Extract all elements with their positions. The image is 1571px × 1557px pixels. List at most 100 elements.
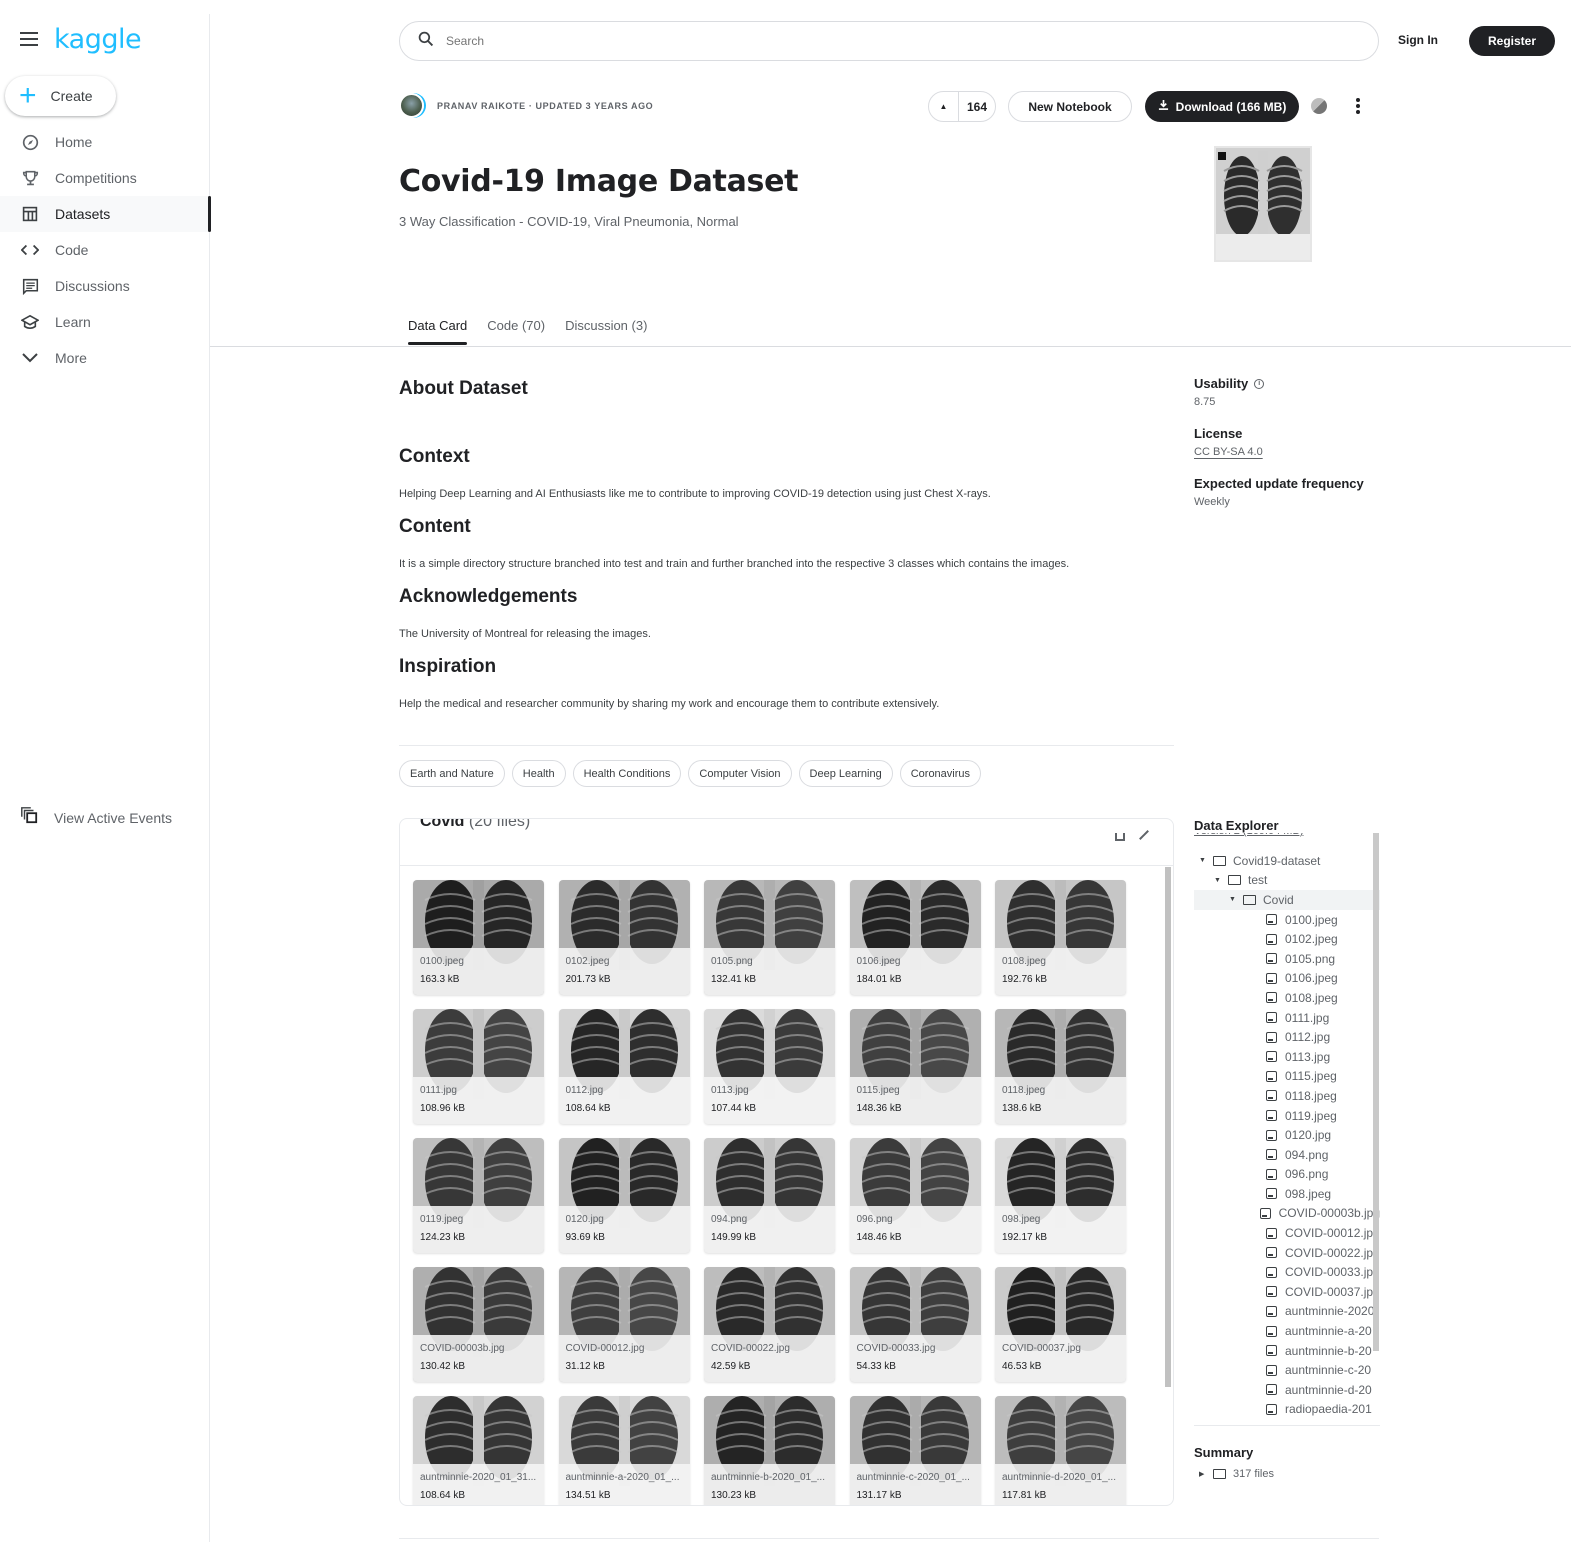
image-card[interactable]: COVID-00022.jpg 42.59 kB xyxy=(704,1267,835,1382)
summary-files-row[interactable]: ▶ 317 files xyxy=(1194,1468,1274,1480)
tree-file[interactable]: 0112.jpg xyxy=(1194,1027,1380,1047)
image-card[interactable]: COVID-00012.jpg 31.12 kB xyxy=(558,1267,690,1382)
image-card[interactable]: 0100.jpeg 163.3 kB xyxy=(413,880,544,995)
tree-folder[interactable]: ▼ Covid19-dataset xyxy=(1194,851,1380,871)
more-options-icon[interactable] xyxy=(1352,96,1364,116)
tree-file[interactable]: 0115.jpeg xyxy=(1194,1067,1380,1087)
tree-file[interactable]: 098.jpeg xyxy=(1194,1184,1380,1204)
tree-file[interactable]: 0113.jpg xyxy=(1194,1047,1380,1067)
search-bar[interactable] xyxy=(399,21,1379,61)
image-card[interactable]: 0112.jpg 108.64 kB xyxy=(558,1009,690,1124)
theme-toggle-icon[interactable] xyxy=(1311,98,1327,114)
sidebar-item-datasets[interactable]: Datasets xyxy=(0,196,211,232)
tree-file[interactable]: 0102.jpeg xyxy=(1194,929,1380,949)
image-card[interactable]: 0113.jpg 107.44 kB xyxy=(704,1009,835,1124)
image-card[interactable]: auntminnie-d-2020_01_... 117.81 kB xyxy=(995,1396,1126,1505)
scrollbar[interactable] xyxy=(1165,867,1171,1387)
tab-discussion[interactable]: Discussion (3) xyxy=(565,318,647,345)
tab-code[interactable]: Code (70) xyxy=(487,318,545,345)
image-card[interactable]: 0108.jpeg 192.76 kB xyxy=(995,880,1126,995)
image-card[interactable]: auntminnie-c-2020_01_... 131.17 kB xyxy=(849,1396,981,1505)
image-card[interactable]: 0120.jpg 93.69 kB xyxy=(558,1138,690,1253)
create-button[interactable]: + Create xyxy=(5,76,116,116)
tree-file[interactable]: auntminnie-c-20 xyxy=(1194,1360,1380,1380)
new-notebook-button[interactable]: New Notebook xyxy=(1008,91,1132,122)
caret-down-icon[interactable]: ▼ xyxy=(1229,896,1239,903)
tree-file[interactable]: 0118.jpeg xyxy=(1194,1086,1380,1106)
view-active-events-link[interactable]: View Active Events xyxy=(20,806,172,829)
sidebar-item-discussions[interactable]: Discussions xyxy=(0,268,210,304)
image-card[interactable]: COVID-00033.jpg 54.33 kB xyxy=(849,1267,981,1382)
menu-button[interactable] xyxy=(20,32,38,46)
image-card[interactable]: COVID-00003b.jpg 130.42 kB xyxy=(413,1267,544,1382)
tree-file[interactable]: auntminnie-a-20 xyxy=(1194,1321,1380,1341)
tag-chip[interactable]: Coronavirus xyxy=(899,760,982,787)
tree-file[interactable]: radiopaedia-201 xyxy=(1194,1400,1380,1420)
tree-file[interactable]: COVID-00012.jpg xyxy=(1194,1223,1380,1243)
avatar[interactable] xyxy=(399,93,424,118)
tree-file[interactable]: 094.png xyxy=(1194,1145,1380,1165)
tree-label: 0108.jpeg xyxy=(1285,990,1338,1005)
tree-file[interactable]: COVID-00003b.jpg xyxy=(1194,1204,1380,1224)
image-card[interactable]: auntminnie-2020_01_31... 108.64 kB xyxy=(413,1396,544,1505)
tree-file[interactable]: 0111.jpg xyxy=(1194,1008,1380,1028)
image-card[interactable]: 098.jpeg 192.17 kB xyxy=(995,1138,1126,1253)
image-card[interactable]: 096.png 148.46 kB xyxy=(849,1138,981,1253)
image-card[interactable]: 0118.jpeg 138.6 kB xyxy=(995,1009,1126,1124)
tag-chip[interactable]: Health Conditions xyxy=(572,760,682,787)
tab-data-card[interactable]: Data Card xyxy=(408,318,468,345)
info-icon[interactable]: i xyxy=(1254,378,1265,389)
register-button[interactable]: Register xyxy=(1469,26,1555,56)
author-updated-text[interactable]: PRANAV RAIKOTE · UPDATED 3 YEARS AGO xyxy=(437,101,653,111)
tree-file[interactable]: 0100.jpeg xyxy=(1194,910,1380,930)
tag-chip[interactable]: Deep Learning xyxy=(798,760,893,787)
image-file-icon xyxy=(1266,1149,1277,1161)
tree-folder[interactable]: ▼ Covid xyxy=(1194,890,1380,910)
image-card[interactable]: COVID-00037.jpg 46.53 kB xyxy=(995,1267,1126,1382)
tag-chip[interactable]: Earth and Nature xyxy=(399,760,505,787)
image-card[interactable]: 0105.png 132.41 kB xyxy=(704,880,835,995)
image-card[interactable]: 0115.jpeg 148.36 kB xyxy=(849,1009,981,1124)
page-subtitle: 3 Way Classification - COVID-19, Viral P… xyxy=(399,214,739,229)
edit-icon[interactable] xyxy=(1139,830,1149,840)
tree-file[interactable]: COVID-00037.jpg xyxy=(1194,1282,1380,1302)
image-card[interactable]: auntminnie-a-2020_01_... 134.51 kB xyxy=(558,1396,690,1505)
caret-down-icon[interactable]: ▼ xyxy=(1214,877,1224,884)
tree-file[interactable]: 0120.jpg xyxy=(1194,1125,1380,1145)
sign-in-link[interactable]: Sign In xyxy=(1398,33,1438,47)
tree-file[interactable]: 096.png xyxy=(1194,1165,1380,1185)
upvote-arrow-icon[interactable]: ▲ xyxy=(929,92,959,121)
sidebar-item-competitions[interactable]: Competitions xyxy=(0,160,210,196)
upvote-button[interactable]: ▲ 164 xyxy=(928,91,996,122)
image-card[interactable]: 0111.jpg 108.96 kB xyxy=(413,1009,544,1124)
tree-file[interactable]: auntminnie-b-20 xyxy=(1194,1341,1380,1361)
download-button[interactable]: Download (166 MB) xyxy=(1145,91,1299,122)
sidebar-item-more[interactable]: More xyxy=(0,340,210,376)
image-card[interactable]: 0119.jpeg 124.23 kB xyxy=(413,1138,544,1253)
sidebar-item-learn[interactable]: Learn xyxy=(0,304,210,340)
search-input[interactable] xyxy=(446,34,1246,48)
tree-label: auntminnie-c-20 xyxy=(1285,1363,1372,1378)
tree-file[interactable]: auntminnie-d-20 xyxy=(1194,1380,1380,1400)
caret-down-icon[interactable]: ▼ xyxy=(1199,857,1209,864)
tree-folder[interactable]: ▼ test xyxy=(1194,871,1380,891)
image-card[interactable]: 0106.jpeg 184.01 kB xyxy=(849,880,981,995)
kaggle-logo[interactable]: kaggle xyxy=(54,24,142,55)
sidebar-item-home[interactable]: Home xyxy=(0,124,210,160)
tree-file[interactable]: 0108.jpeg xyxy=(1194,988,1380,1008)
tree-file[interactable]: 0119.jpeg xyxy=(1194,1106,1380,1126)
image-card[interactable]: 094.png 149.99 kB xyxy=(704,1138,835,1253)
tree-file[interactable]: COVID-00033.jpg xyxy=(1194,1262,1380,1282)
image-card[interactable]: 0102.jpeg 201.73 kB xyxy=(558,880,690,995)
tag-chip[interactable]: Health xyxy=(511,760,566,787)
sidebar-item-code[interactable]: Code xyxy=(0,232,210,268)
tag-chip[interactable]: Computer Vision xyxy=(688,760,792,787)
image-card[interactable]: auntminnie-b-2020_01_... 130.23 kB xyxy=(704,1396,835,1505)
scrollbar[interactable] xyxy=(1373,818,1379,1351)
tree-file[interactable]: 0105.png xyxy=(1194,949,1380,969)
tree-file[interactable]: COVID-00022.jpg xyxy=(1194,1243,1380,1263)
tree-file[interactable]: auntminnie-2020 xyxy=(1194,1302,1380,1322)
tree-file[interactable]: 0106.jpeg xyxy=(1194,969,1380,989)
expand-icon[interactable] xyxy=(1115,833,1125,841)
license-link[interactable]: CC BY-SA 4.0 xyxy=(1194,446,1384,458)
